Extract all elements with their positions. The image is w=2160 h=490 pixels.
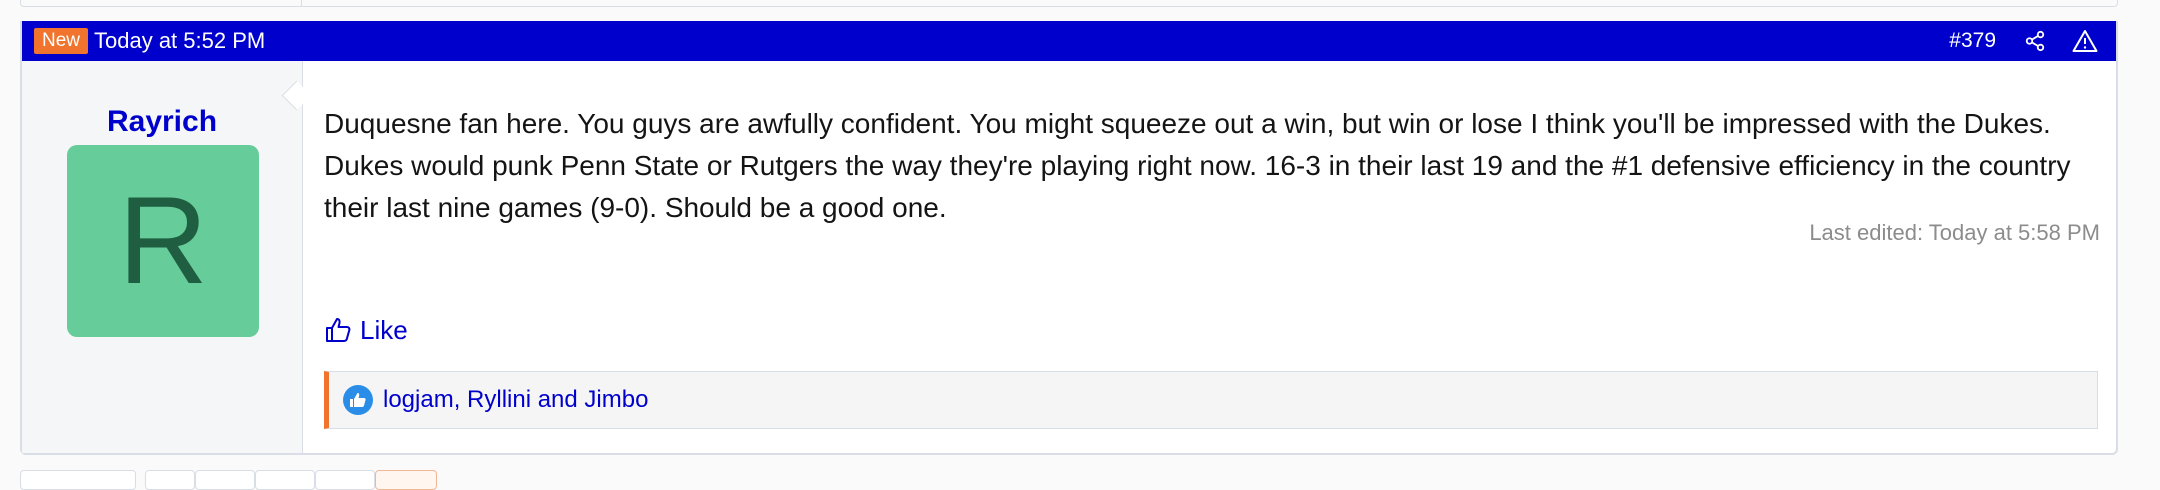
page-link[interactable] — [145, 470, 195, 490]
thumbs-up-icon — [326, 318, 351, 342]
last-edited: Last edited: Today at 5:58 PM — [1809, 220, 2100, 245]
page-jump-button[interactable] — [20, 470, 136, 490]
avatar[interactable]: R — [67, 145, 259, 337]
page-link[interactable] — [195, 470, 255, 490]
user-cell: Rayrich R — [22, 61, 303, 453]
forum-post: New Today at 5:52 PM #379 Rayrich R Duqu… — [20, 21, 2118, 455]
reaction-users[interactable]: logjam, Ryllini and Jimbo — [383, 386, 648, 414]
new-badge: New — [34, 28, 89, 54]
message-body: Duquesne fan here. You guys are awfully … — [324, 108, 2071, 223]
page-link[interactable] — [255, 470, 315, 490]
previous-post-divider — [301, 0, 302, 6]
page-link[interactable] — [315, 470, 375, 490]
post-date[interactable]: Today at 5:52 PM — [94, 21, 265, 61]
share-icon[interactable] — [2024, 30, 2046, 52]
warning-icon[interactable] — [2072, 29, 2098, 53]
previous-post-edge — [20, 0, 2118, 7]
like-reaction-icon — [343, 385, 373, 415]
username-link[interactable]: Rayrich — [22, 105, 302, 139]
reactions-bar: logjam, Ryllini and Jimbo — [324, 371, 2098, 429]
pagination — [20, 470, 440, 490]
current-page[interactable] — [375, 470, 437, 490]
like-button[interactable]: Like — [324, 310, 408, 350]
like-label: Like — [360, 315, 408, 345]
post-header: New Today at 5:52 PM #379 — [22, 21, 2116, 61]
post-number-link[interactable]: #379 — [1949, 21, 1996, 61]
